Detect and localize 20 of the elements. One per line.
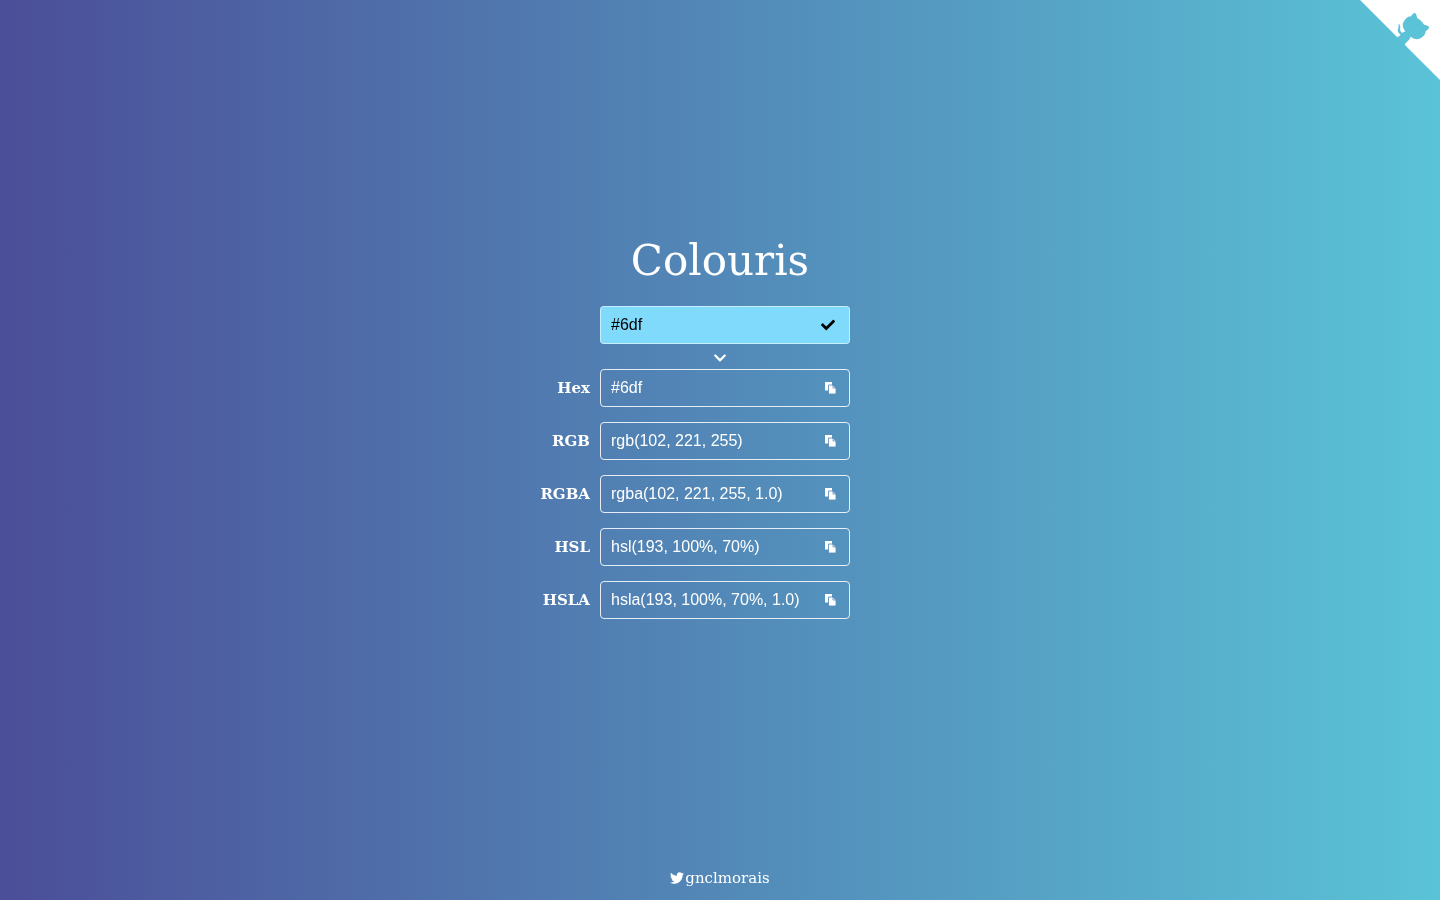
copy-icon[interactable] bbox=[825, 435, 836, 447]
format-field[interactable]: rgb(102, 221, 255) bbox=[600, 422, 850, 460]
copy-icon[interactable] bbox=[825, 488, 836, 500]
profile-link[interactable]: gnclmorais bbox=[670, 868, 770, 888]
copy-icon[interactable] bbox=[825, 594, 836, 606]
format-label: Hex bbox=[557, 379, 591, 397]
color-input[interactable]: #6df bbox=[600, 306, 850, 344]
copy-icon[interactable] bbox=[825, 382, 836, 394]
format-field[interactable]: hsla(193, 100%, 70%, 1.0) bbox=[600, 581, 850, 619]
format-label: HSL bbox=[554, 538, 591, 556]
bird-icon bbox=[670, 871, 685, 885]
format-field[interactable]: rgba(102, 221, 255, 1.0) bbox=[600, 475, 850, 513]
cat-corner-icon[interactable] bbox=[1360, 0, 1440, 80]
format-label: HSLA bbox=[542, 591, 591, 609]
app-title: Colouris bbox=[629, 235, 811, 287]
copy-icon[interactable] bbox=[825, 541, 836, 553]
format-label: RGB bbox=[552, 432, 591, 450]
format-field[interactable]: #6df bbox=[600, 369, 850, 407]
format-field[interactable]: hsl(193, 100%, 70%) bbox=[600, 528, 850, 566]
format-label: RGBA bbox=[540, 485, 591, 503]
